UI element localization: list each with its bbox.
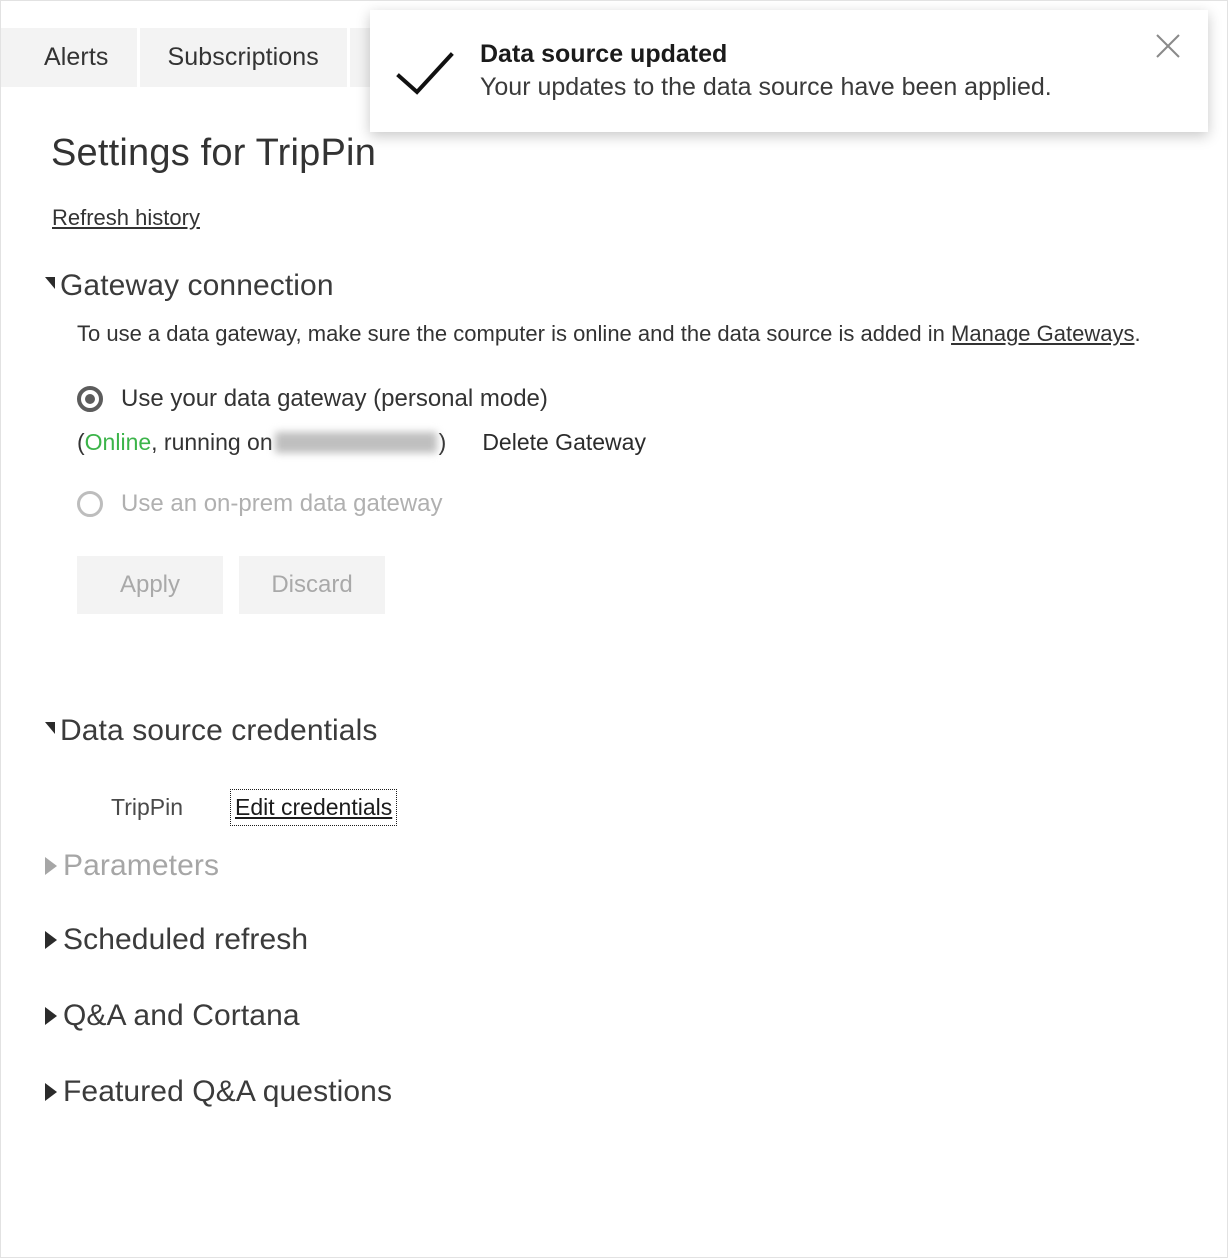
data-source-credentials-body: TripPin Edit credentials — [1, 789, 1227, 826]
tab-alerts[interactable]: Alerts — [16, 28, 140, 87]
status-badge-online: Online — [84, 429, 152, 455]
edit-credentials-link[interactable]: Edit credentials — [229, 789, 398, 826]
toast-notification: Data source updated Your updates to the … — [370, 10, 1208, 132]
gateway-description: To use a data gateway, make sure the com… — [77, 317, 1197, 351]
section-header-qa-and-cortana[interactable]: Q&A and Cortana — [45, 999, 1227, 1033]
manage-gateways-link[interactable]: Manage Gateways — [951, 321, 1134, 346]
section-header-scheduled-refresh[interactable]: Scheduled refresh — [45, 923, 1227, 957]
tab-strip-left-pad — [1, 28, 16, 87]
toast-text-block: Data source updated Your updates to the … — [480, 40, 1208, 102]
radio-personal-gateway-indicator[interactable] — [77, 386, 103, 412]
section-title-featured-qa-questions: Featured Q&A questions — [63, 1075, 393, 1108]
checkmark-icon — [370, 46, 480, 96]
status-close-paren: ) — [438, 429, 447, 455]
tab-subscriptions[interactable]: Subscriptions — [139, 28, 350, 87]
section-title-gateway-connection: Gateway connection — [60, 269, 334, 302]
gateway-action-buttons: Apply Discard — [77, 556, 1227, 614]
gateway-description-text-before: To use a data gateway, make sure the com… — [77, 321, 952, 346]
credential-row: TripPin Edit credentials — [111, 789, 1227, 826]
expanded-triangle-icon — [45, 277, 55, 289]
status-running-on-text: , running on — [151, 429, 273, 455]
section-title-parameters: Parameters — [63, 849, 220, 882]
toast-title: Data source updated — [480, 40, 728, 68]
toast-message: Your updates to the data source have bee… — [480, 73, 1052, 101]
radio-personal-gateway-label: Use your data gateway (personal mode) — [121, 385, 548, 412]
collapsed-triangle-icon — [45, 857, 57, 875]
section-header-gateway-connection[interactable]: Gateway connection — [45, 269, 1227, 303]
section-title-scheduled-refresh: Scheduled refresh — [63, 923, 309, 956]
collapsed-triangle-icon — [45, 931, 57, 949]
close-icon[interactable] — [1146, 24, 1190, 68]
gateway-description-text-after: . — [1134, 321, 1141, 346]
expanded-triangle-icon — [45, 722, 55, 734]
section-title-qa-and-cortana: Q&A and Cortana — [63, 999, 300, 1032]
section-header-parameters[interactable]: Parameters — [45, 849, 1227, 883]
redacted-machine-name — [274, 432, 437, 453]
gateway-status-row: (Online, running on ) Delete Gateway — [77, 429, 1227, 456]
status-open-paren: ( — [77, 429, 85, 455]
section-title-data-source-credentials: Data source credentials — [60, 714, 378, 747]
collapsed-triangle-icon — [45, 1083, 57, 1101]
radio-option-personal-gateway[interactable]: Use your data gateway (personal mode) — [77, 385, 1227, 413]
settings-content: Settings for TripPin Refresh history Gat… — [1, 87, 1227, 1109]
apply-button[interactable]: Apply — [77, 556, 223, 614]
credential-source-name: TripPin — [111, 794, 183, 820]
radio-onprem-gateway-indicator[interactable] — [77, 491, 103, 517]
delete-gateway-link[interactable]: Delete Gateway — [482, 429, 646, 456]
section-header-featured-qa-questions[interactable]: Featured Q&A questions — [45, 1075, 1227, 1109]
collapsed-triangle-icon — [45, 1007, 57, 1025]
settings-page: Alerts Subscriptions D Settings for Trip… — [0, 0, 1228, 1258]
discard-button[interactable]: Discard — [239, 556, 385, 614]
radio-option-onprem-gateway[interactable]: Use an on-prem data gateway — [77, 490, 1227, 518]
gateway-connection-body: To use a data gateway, make sure the com… — [1, 317, 1227, 614]
section-header-data-source-credentials[interactable]: Data source credentials — [45, 714, 1227, 748]
refresh-history-link[interactable]: Refresh history — [52, 205, 200, 231]
radio-onprem-gateway-label: Use an on-prem data gateway — [121, 490, 443, 517]
